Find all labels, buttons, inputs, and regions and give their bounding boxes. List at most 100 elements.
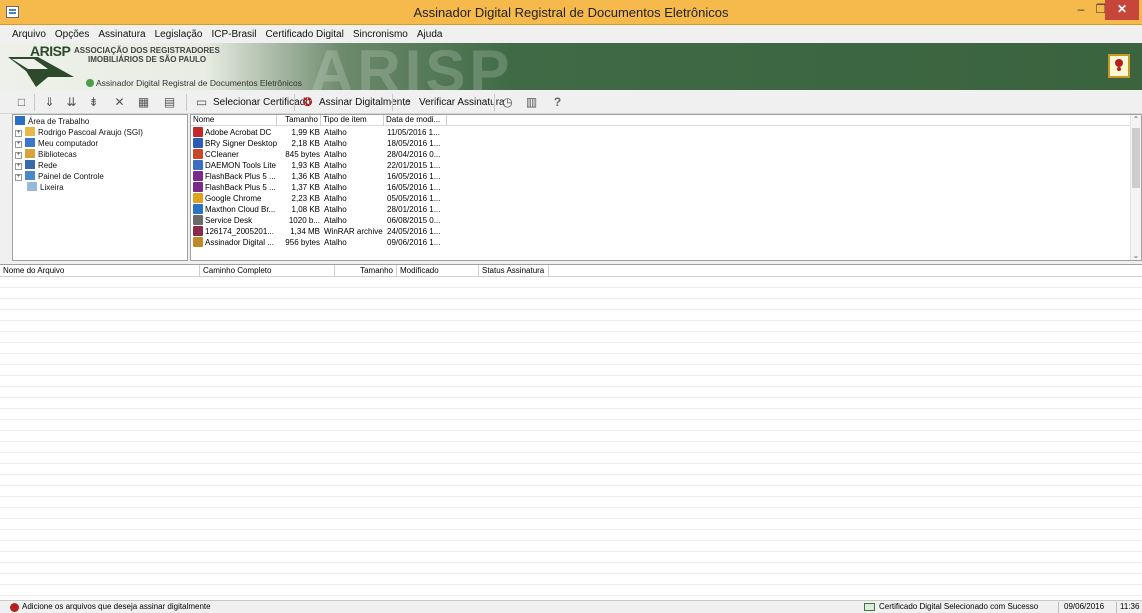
- help-button[interactable]: ?: [550, 93, 569, 112]
- tree-item-control-panel[interactable]: + Painel de Controle: [15, 171, 104, 182]
- file-list-row[interactable]: 126174_2005201... 1,34 MB WinRAR archive 24…: [191, 226, 451, 237]
- menu-ajuda[interactable]: Ajuda: [417, 29, 443, 40]
- file-list-header: Nome Tamanho Tipo de item Data de modi..…: [191, 115, 1141, 126]
- ribbon-seal-icon: ✪: [302, 95, 313, 109]
- toolbar-separator: [294, 94, 295, 111]
- menu-assinatura[interactable]: Assinatura: [98, 29, 145, 40]
- file-list-row[interactable]: Maxthon Cloud Br... 1,08 KB Atalho 28/01/20…: [191, 204, 451, 215]
- tree-item-libraries[interactable]: + Bibliotecas: [15, 149, 77, 160]
- file-date: 16/05/2016 1...: [387, 183, 441, 192]
- file-list-row[interactable]: BRy Signer Desktop 2,18 KB Atalho 18/05/201…: [191, 138, 451, 149]
- banner-subtitle: Assinador Digital Registral de Documento…: [96, 78, 302, 88]
- sign-digitally-button[interactable]: ✪ Assinar Digitalmente: [300, 93, 410, 112]
- file-list[interactable]: Nome Tamanho Tipo de item Data de modi..…: [190, 114, 1142, 261]
- tree-item-user[interactable]: + Rodrigo Pascoal Araujo (SGI): [15, 127, 143, 138]
- select-certificate-label: Selecionar Certificado: [213, 97, 311, 108]
- file-type: WinRAR archive: [324, 227, 383, 236]
- file-size: 845 bytes: [285, 150, 320, 159]
- arrow-down-folder-icon: ⇟: [88, 95, 99, 109]
- add-file-button[interactable]: ⇓: [42, 93, 61, 112]
- file-list-row[interactable]: FlashBack Plus 5 ... 1,37 KB Atalho 16/05/2…: [191, 182, 451, 193]
- remove-button[interactable]: ✕: [112, 93, 131, 112]
- close-button[interactable]: ✕: [1105, 0, 1139, 20]
- scroll-down-icon[interactable]: ⌄: [1131, 251, 1141, 260]
- verify-signature-button[interactable]: ⌕ Verificar Assinatura: [400, 93, 505, 112]
- column-header-type[interactable]: Tipo de item: [321, 115, 384, 126]
- grid-column-modified[interactable]: Modificado: [397, 265, 479, 277]
- grid-column-size[interactable]: Tamanho: [335, 265, 397, 277]
- file-icon: [193, 138, 203, 148]
- minimize-button[interactable]: –: [1070, 0, 1092, 20]
- org-name-line1: ASSOCIAÇÃO DOS REGISTRADORES: [74, 46, 220, 55]
- scroll-thumb[interactable]: [1132, 128, 1140, 188]
- column-header-size[interactable]: Tamanho: [277, 115, 321, 126]
- certificate-icon: [864, 603, 875, 611]
- expand-icon[interactable]: +: [15, 163, 22, 170]
- sync-button[interactable]: ◷: [500, 93, 519, 112]
- verify-signature-label: Verificar Assinatura: [419, 97, 505, 108]
- menu-opcoes[interactable]: Opções: [55, 29, 89, 40]
- menu-arquivo[interactable]: Arquivo: [12, 29, 46, 40]
- grid-body[interactable]: [0, 277, 1142, 600]
- grid-column-full-path[interactable]: Caminho Completo: [200, 265, 335, 277]
- seal-icon: [10, 603, 19, 612]
- file-list-row[interactable]: DAEMON Tools Lite 1,93 KB Atalho 22/01/2015…: [191, 160, 451, 171]
- report-icon: ▥: [525, 95, 538, 109]
- file-type: Atalho: [324, 238, 347, 247]
- status-bar: Adicione os arquivos que deseja assinar …: [0, 600, 1142, 613]
- file-list-row[interactable]: CCleaner 845 bytes Atalho 28/04/2016 0...: [191, 149, 451, 160]
- scroll-up-icon[interactable]: ⌃: [1131, 115, 1141, 124]
- view-signature-button[interactable]: ▤: [162, 93, 181, 112]
- file-size: 2,23 KB: [291, 194, 320, 203]
- file-date: 09/06/2016 1...: [387, 238, 441, 247]
- file-date: 28/04/2016 0...: [387, 150, 441, 159]
- expand-icon[interactable]: +: [15, 174, 22, 181]
- view-details-button[interactable]: ▦: [136, 93, 155, 112]
- file-date: 11/05/2016 1...: [387, 128, 440, 137]
- files-to-sign-grid[interactable]: Nome do Arquivo Caminho Completo Tamanho…: [0, 264, 1142, 600]
- status-divider: [1116, 602, 1117, 613]
- menu-icp-brasil[interactable]: ICP-Brasil: [211, 29, 256, 40]
- file-list-scrollbar[interactable]: ⌃ ⌄: [1130, 115, 1141, 260]
- file-name: FlashBack Plus 5 ...: [193, 182, 277, 193]
- file-size: 1,36 KB: [291, 172, 320, 181]
- file-date: 06/08/2015 0...: [387, 216, 441, 225]
- toolbar-separator: [494, 94, 495, 111]
- tree-item-network[interactable]: + Rede: [15, 160, 57, 171]
- new-button[interactable]: □: [14, 93, 33, 112]
- report-button[interactable]: ▥: [524, 93, 543, 112]
- expand-icon[interactable]: +: [15, 141, 22, 148]
- file-list-row[interactable]: Adobe Acrobat DC 1,99 KB Atalho 11/05/2016 …: [191, 127, 451, 138]
- folder-tree[interactable]: Área de Trabalho + Rodrigo Pascoal Araujo…: [12, 114, 188, 261]
- file-icon: [193, 127, 203, 137]
- file-list-row[interactable]: Assinador Digital ... 956 bytes Atalho 09/0…: [191, 237, 451, 248]
- file-list-row[interactable]: FlashBack Plus 5 ... 1,36 KB Atalho 16/05/2…: [191, 171, 451, 182]
- column-header-name[interactable]: Nome: [191, 115, 277, 126]
- status-time: 11:36: [1120, 602, 1140, 611]
- clock-icon: ◷: [502, 95, 513, 109]
- menu-sincronismo[interactable]: Sincronismo: [353, 29, 408, 40]
- file-type: Atalho: [324, 128, 347, 137]
- tree-item-desktop[interactable]: Área de Trabalho: [15, 116, 89, 127]
- certificate-ribbon-icon[interactable]: [1108, 54, 1130, 78]
- toolbar-separator: [392, 94, 393, 111]
- tree-item-computer[interactable]: + Meu computador: [15, 138, 98, 149]
- expand-icon[interactable]: +: [15, 130, 22, 137]
- grid-column-signature-status[interactable]: Status Assinatura: [479, 265, 549, 277]
- add-folder-button[interactable]: ⇊: [64, 93, 83, 112]
- file-date: 28/01/2016 1...: [387, 205, 441, 214]
- arrow-down-icon: ⇓: [44, 95, 55, 109]
- menu-legislacao[interactable]: Legislação: [155, 29, 203, 40]
- column-header-date[interactable]: Data de modi...: [384, 115, 447, 126]
- file-type: Atalho: [324, 194, 347, 203]
- file-list-row[interactable]: Service Desk 1020 b... Atalho 06/08/2015 0.…: [191, 215, 451, 226]
- add-subfolders-button[interactable]: ⇟: [86, 93, 105, 112]
- expand-icon[interactable]: +: [15, 152, 22, 159]
- grid-column-file-name[interactable]: Nome do Arquivo: [0, 265, 200, 277]
- file-date: 22/01/2015 1...: [387, 161, 441, 170]
- file-size: 1,34 MB: [290, 227, 320, 236]
- file-list-row[interactable]: Google Chrome 2,23 KB Atalho 05/05/2016 1..…: [191, 193, 451, 204]
- menu-certificado-digital[interactable]: Certificado Digital: [265, 29, 343, 40]
- tree-item-recycle-bin[interactable]: Lixeira: [27, 182, 64, 193]
- file-icon: [193, 193, 203, 203]
